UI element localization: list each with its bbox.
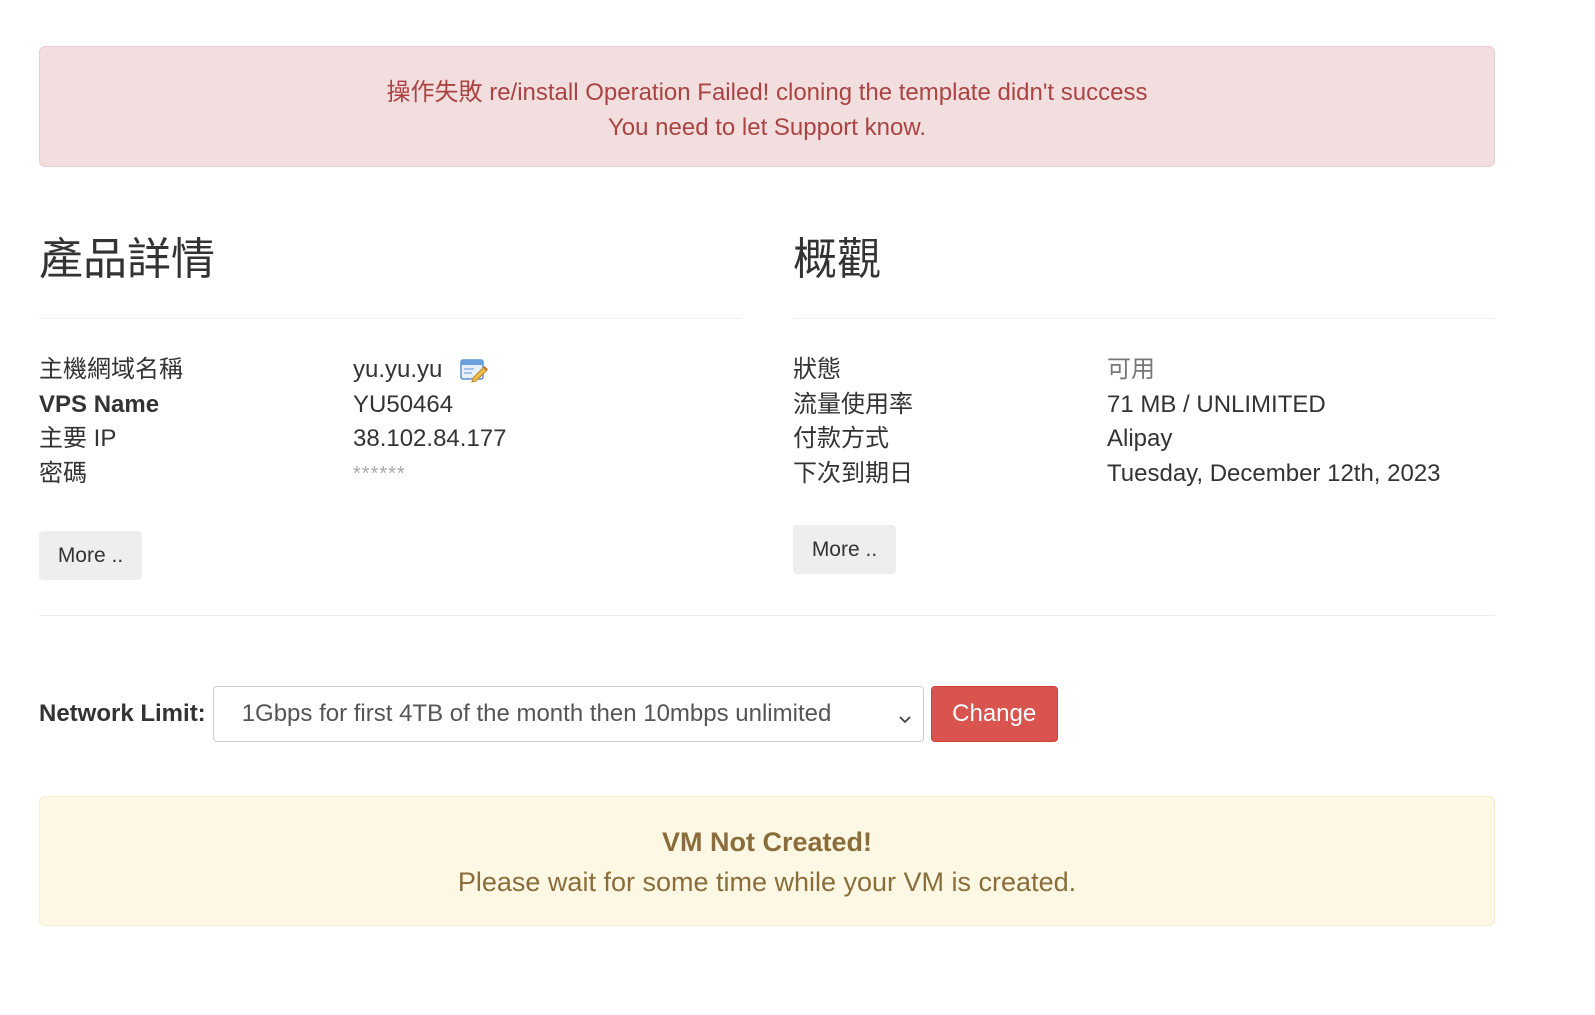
info-row-primary-ip: 主要 IP 38.102.84.177: [39, 422, 506, 457]
info-row-password: 密碼 ******: [39, 457, 506, 492]
password-value: ******: [353, 462, 406, 485]
network-limit-select[interactable]: 1Gbps for first 4TB of the month then 10…: [212, 686, 924, 742]
product-details-more-button[interactable]: More ..: [39, 531, 142, 580]
primary-ip-label: 主要 IP: [39, 425, 117, 452]
vps-name-value: YU50464: [353, 390, 454, 418]
info-row-status: 狀態 可用: [793, 353, 1441, 388]
network-limit-label: Network Limit:: [39, 700, 206, 727]
overview-table: 狀態 可用 流量使用率 71 MB / UNLIMITED 付款方式 Alipa…: [793, 353, 1441, 491]
vps-name-label: VPS Name: [39, 390, 160, 418]
divider: [39, 318, 741, 319]
next-due-date-label: 下次到期日: [793, 459, 913, 487]
divider: [793, 318, 1495, 319]
payment-method-value: Alipay: [1107, 425, 1173, 452]
overview-more-button[interactable]: More ..: [793, 525, 896, 574]
payment-method-label: 付款方式: [793, 425, 889, 452]
hostname-text: yu.yu.yu: [353, 356, 443, 383]
info-row-payment-method: 付款方式 Alipay: [793, 422, 1441, 457]
info-row-next-due-date: 下次到期日 Tuesday, December 12th, 2023: [793, 457, 1441, 492]
vm-not-created-title: VM Not Created!: [661, 827, 872, 857]
page: 操作失敗 re/install Operation Failed! clonin…: [0, 0, 1595, 1015]
info-row-vps-name: VPS Name YU50464: [39, 388, 506, 423]
edit-hostname-icon[interactable]: [460, 357, 489, 383]
status-label: 狀態: [793, 356, 841, 383]
error-alert: 操作失敗 re/install Operation Failed! clonin…: [39, 46, 1495, 167]
vm-not-created-alert: VM Not Created! Please wait for some tim…: [39, 796, 1495, 926]
product-details-table: 主機網域名稱 yu.yu.yu VPS Name YU50464 主要 IP 3…: [39, 353, 506, 491]
change-network-limit-button[interactable]: Change: [930, 686, 1058, 742]
bandwidth-label: 流量使用率: [793, 390, 913, 418]
network-limit-form: Network Limit: 1Gbps for first 4TB of th…: [39, 685, 1058, 743]
next-due-date-value: Tuesday, December 12th, 2023: [1107, 459, 1441, 487]
vm-not-created-message: Please wait for some time while your VM …: [457, 867, 1077, 897]
product-details-title: 產品詳情: [39, 235, 215, 284]
network-limit-selected-value: 1Gbps for first 4TB of the month then 10…: [241, 700, 832, 727]
divider: [39, 615, 1495, 616]
password-label: 密碼: [39, 459, 87, 487]
error-alert-line2: You need to let Support know.: [607, 114, 927, 141]
overview-title: 概觀: [793, 235, 881, 284]
info-row-hostname: 主機網域名稱 yu.yu.yu: [39, 353, 506, 388]
chevron-down-icon: [897, 706, 913, 724]
bandwidth-value: 71 MB / UNLIMITED: [1107, 390, 1326, 418]
status-value: 可用: [1107, 356, 1155, 383]
hostname-label: 主機網域名稱: [39, 356, 183, 383]
hostname-value: yu.yu.yu: [353, 353, 489, 388]
info-row-bandwidth: 流量使用率 71 MB / UNLIMITED: [793, 388, 1441, 423]
primary-ip-value: 38.102.84.177: [353, 425, 507, 452]
error-alert-line1: 操作失敗 re/install Operation Failed! clonin…: [386, 79, 1148, 106]
